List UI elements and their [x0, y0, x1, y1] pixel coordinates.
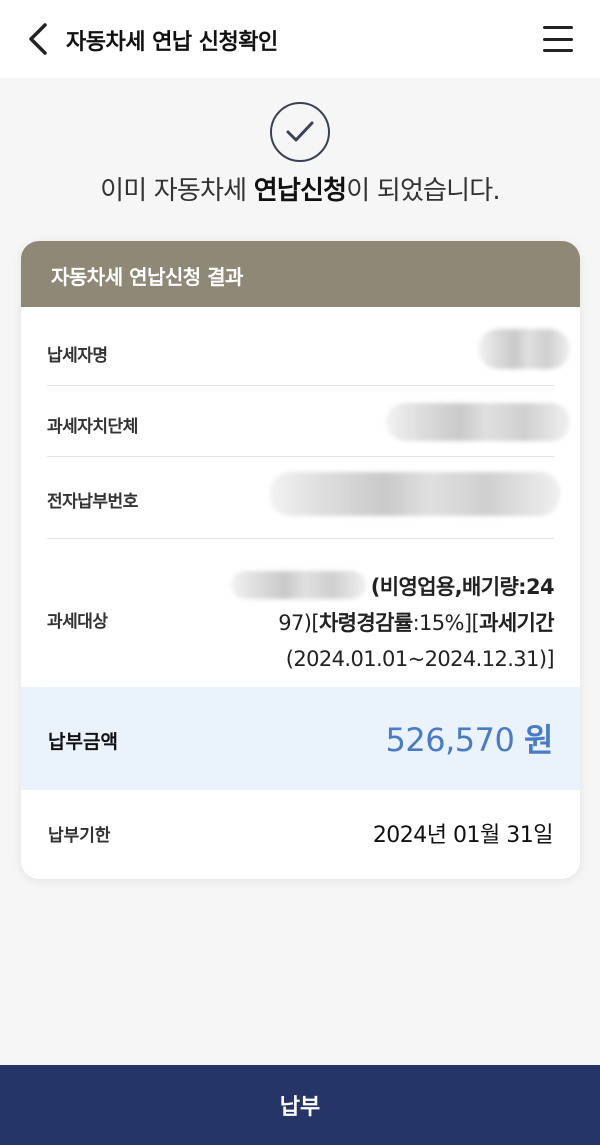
status-message: 이미 자동차세 연납신청이 되었습니다.: [100, 176, 501, 206]
payment-number-row: 전자납부번호: [47, 457, 560, 539]
taxpayer-row: 납세자명: [47, 307, 570, 386]
tax-target-value: (비영업용,배기량:24 97)[차령경감률:15%][과세기간 (2024.01.…: [278, 575, 554, 671]
payment-amount-label: 납부금액: [48, 731, 118, 753]
due-date-value: 2024년 01월 31일: [372, 823, 554, 848]
payment-amount-row: 납부금액 526,570 원: [21, 687, 580, 790]
chevron-left-icon: [29, 23, 47, 55]
redacted-value: [270, 472, 560, 516]
tax-target-label: 과세대상: [47, 612, 108, 632]
result-card: 자동차세 연납신청 결과 납세자명 과세자치단체 전자납부번호 과세대상 (비영…: [21, 241, 580, 879]
tax-target-row: 과세대상 (비영업용,배기량:24 97)[차령경감률:15%][과세기간 (202…: [47, 539, 555, 687]
status-emphasis: 연납신청: [253, 176, 347, 206]
authority-row: 과세자치단체: [47, 386, 570, 457]
payment-number-label: 전자납부번호: [47, 492, 138, 512]
check-circle-icon: [270, 102, 330, 162]
authority-label: 과세자치단체: [47, 417, 138, 437]
taxpayer-label: 납세자명: [47, 346, 108, 366]
page-title: 자동차세 연납 신청확인: [66, 30, 278, 55]
hamburger-menu-icon[interactable]: [540, 22, 576, 56]
card-title: 자동차세 연납신청 결과: [21, 241, 580, 307]
top-app-bar: 자동차세 연납 신청확인: [0, 0, 600, 78]
due-date-label: 납부기한: [48, 826, 111, 846]
payment-amount-value: 526,570 원: [385, 721, 554, 759]
back-button[interactable]: [20, 20, 56, 58]
pay-button[interactable]: 납부: [0, 1065, 600, 1145]
redacted-value: [386, 403, 570, 441]
redacted-value: [478, 329, 570, 369]
